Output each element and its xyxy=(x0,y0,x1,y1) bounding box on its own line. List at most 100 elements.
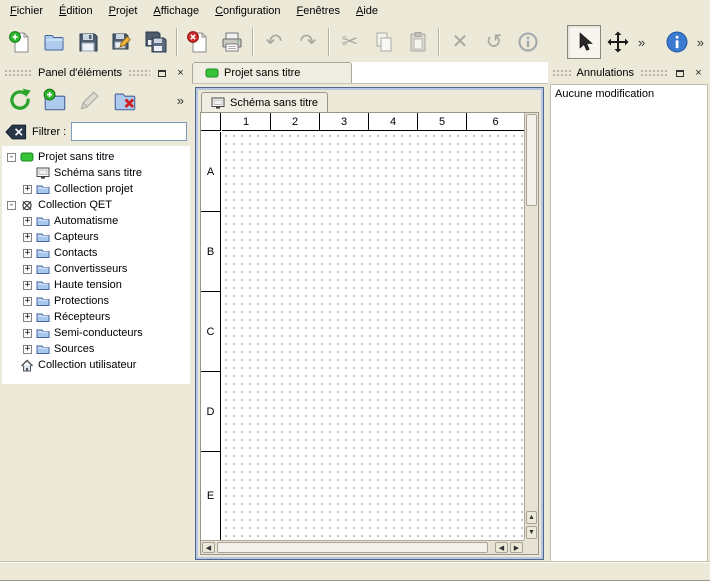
cut-button[interactable]: ✂ xyxy=(333,25,367,59)
diagram-view[interactable]: 1 2 3 4 5 6 A B C D E xyxy=(200,112,539,555)
tree-item-semi-conducteurs[interactable]: + Semi-conducteurs xyxy=(2,325,190,341)
expand-icon[interactable]: + xyxy=(23,217,32,226)
close-icon: × xyxy=(695,68,701,79)
delete-button[interactable]: ✕ xyxy=(443,25,477,59)
element-info-button[interactable] xyxy=(511,25,545,59)
expand-icon[interactable]: + xyxy=(23,185,32,194)
panel-toolbar-overflow-chevron[interactable]: » xyxy=(174,93,187,108)
expand-icon[interactable]: + xyxy=(23,313,32,322)
folder-icon xyxy=(36,311,50,323)
about-button[interactable] xyxy=(660,25,694,59)
rotate-button[interactable]: ↺ xyxy=(477,25,511,59)
folder-icon xyxy=(36,231,50,243)
scroll-up-button[interactable]: ▲ xyxy=(526,511,537,524)
undo-panel-close-button[interactable]: × xyxy=(691,66,706,80)
undo-history-list[interactable]: Aucune modification xyxy=(550,84,708,562)
expand-icon[interactable]: + xyxy=(23,345,32,354)
save-button[interactable] xyxy=(71,25,105,59)
redo-button[interactable]: ↷ xyxy=(291,25,325,59)
tree-item-automatisme[interactable]: + Automatisme xyxy=(2,213,190,229)
tree-item-protections[interactable]: + Protections xyxy=(2,293,190,309)
reload-collections-button[interactable] xyxy=(5,85,35,115)
print-button[interactable] xyxy=(215,25,249,59)
menu-projet[interactable]: Projet xyxy=(101,1,146,21)
close-document-button[interactable] xyxy=(181,25,215,59)
toolbar-overflow-chevron[interactable]: » xyxy=(635,35,648,50)
tree-item-sources[interactable]: + Sources xyxy=(2,341,190,357)
edit-element-button[interactable] xyxy=(75,85,105,115)
diagram-canvas[interactable]: 1 2 3 4 5 6 A B C D E xyxy=(201,113,524,540)
folder-icon xyxy=(36,327,50,339)
save-all-button[interactable] xyxy=(139,25,173,59)
expand-icon[interactable]: + xyxy=(23,249,32,258)
column-label: 5 xyxy=(418,113,467,130)
tree-item-schema-sans-titre[interactable]: Schéma sans titre xyxy=(2,165,190,181)
tree-item-label: Collection QET xyxy=(38,199,112,211)
toolbar-overflow-chevron-2[interactable]: » xyxy=(694,35,707,50)
paste-icon xyxy=(406,30,430,54)
menubar: Fichier Édition Projet Affichage Configu… xyxy=(0,0,710,22)
move-tool-button[interactable] xyxy=(601,25,635,59)
menu-affichage[interactable]: Affichage xyxy=(145,1,207,21)
dock-grip xyxy=(640,69,668,77)
scroll-left-button[interactable]: ◀ xyxy=(202,542,215,553)
delete-element-button[interactable] xyxy=(110,85,140,115)
diagram-grid[interactable] xyxy=(222,132,524,540)
expand-icon[interactable]: + xyxy=(23,265,32,274)
print-icon xyxy=(220,30,244,54)
scroll-right-button[interactable]: ▶ xyxy=(510,542,523,553)
tree-item-collection-projet[interactable]: + Collection projet xyxy=(2,181,190,197)
clear-filter-button[interactable] xyxy=(5,123,27,141)
undo-panel-float-button[interactable] xyxy=(672,66,687,80)
save-as-button[interactable] xyxy=(105,25,139,59)
collapse-icon[interactable]: - xyxy=(7,201,16,210)
expand-icon[interactable]: + xyxy=(23,329,32,338)
info-blue-icon xyxy=(665,30,689,54)
undo-panel-titlebar[interactable]: Annulations × xyxy=(550,64,708,82)
scroll-left-button-2[interactable]: ◀ xyxy=(495,542,508,553)
menu-edition[interactable]: Édition xyxy=(51,1,101,21)
undo-history-empty-item[interactable]: Aucune modification xyxy=(551,85,707,103)
tree-item-collection-qet[interactable]: - Collection QET xyxy=(2,197,190,213)
tab-projet-sans-titre[interactable]: Projet sans titre xyxy=(192,62,352,83)
open-document-button[interactable] xyxy=(37,25,71,59)
tree-item-label: Haute tension xyxy=(54,279,122,291)
menu-configuration[interactable]: Configuration xyxy=(207,1,288,21)
expand-icon[interactable]: + xyxy=(23,233,32,242)
new-element-button[interactable] xyxy=(40,85,70,115)
select-tool-button[interactable] xyxy=(567,25,601,59)
filter-input[interactable] xyxy=(71,122,187,141)
new-document-icon xyxy=(8,30,32,54)
tree-item-contacts[interactable]: + Contacts xyxy=(2,245,190,261)
tree-item-haute-tension[interactable]: + Haute tension xyxy=(2,277,190,293)
elements-panel-close-button[interactable]: × xyxy=(173,66,188,80)
vscroll-thumb[interactable] xyxy=(526,114,537,206)
tree-item-label: Collection projet xyxy=(54,183,133,195)
tree-item-capteurs[interactable]: + Capteurs xyxy=(2,229,190,245)
tree-item-recepteurs[interactable]: + Récepteurs xyxy=(2,309,190,325)
menu-fichier[interactable]: Fichier xyxy=(2,1,51,21)
expand-icon[interactable]: + xyxy=(23,281,32,290)
hscroll-track[interactable] xyxy=(489,541,494,554)
vertical-scrollbar[interactable]: ▲ ▼ xyxy=(524,113,538,540)
new-document-button[interactable] xyxy=(3,25,37,59)
vscroll-track[interactable] xyxy=(525,207,538,510)
paste-button[interactable] xyxy=(401,25,435,59)
horizontal-scrollbar[interactable]: ◀ ◀ ▶ xyxy=(201,540,524,554)
menu-fenetres[interactable]: Fenêtres xyxy=(289,1,348,21)
tree-item-label: Projet sans titre xyxy=(38,151,114,163)
column-header: 1 2 3 4 5 6 xyxy=(222,113,524,131)
scroll-down-button[interactable]: ▼ xyxy=(526,526,537,539)
expand-icon[interactable]: + xyxy=(23,297,32,306)
elements-panel-titlebar[interactable]: Panel d'éléments × xyxy=(2,64,190,82)
copy-button[interactable] xyxy=(367,25,401,59)
menu-aide[interactable]: Aide xyxy=(348,1,386,21)
elements-panel-float-button[interactable] xyxy=(154,66,169,80)
collapse-icon[interactable]: - xyxy=(7,153,16,162)
tree-item-collection-utilisateur[interactable]: Collection utilisateur xyxy=(2,357,190,373)
undo-button[interactable]: ↶ xyxy=(257,25,291,59)
tree-item-projet-sans-titre[interactable]: - Projet sans titre xyxy=(2,149,190,165)
tree-item-convertisseurs[interactable]: + Convertisseurs xyxy=(2,261,190,277)
tab-schema-sans-titre[interactable]: Schéma sans titre xyxy=(201,92,328,112)
hscroll-thumb[interactable] xyxy=(217,542,488,553)
